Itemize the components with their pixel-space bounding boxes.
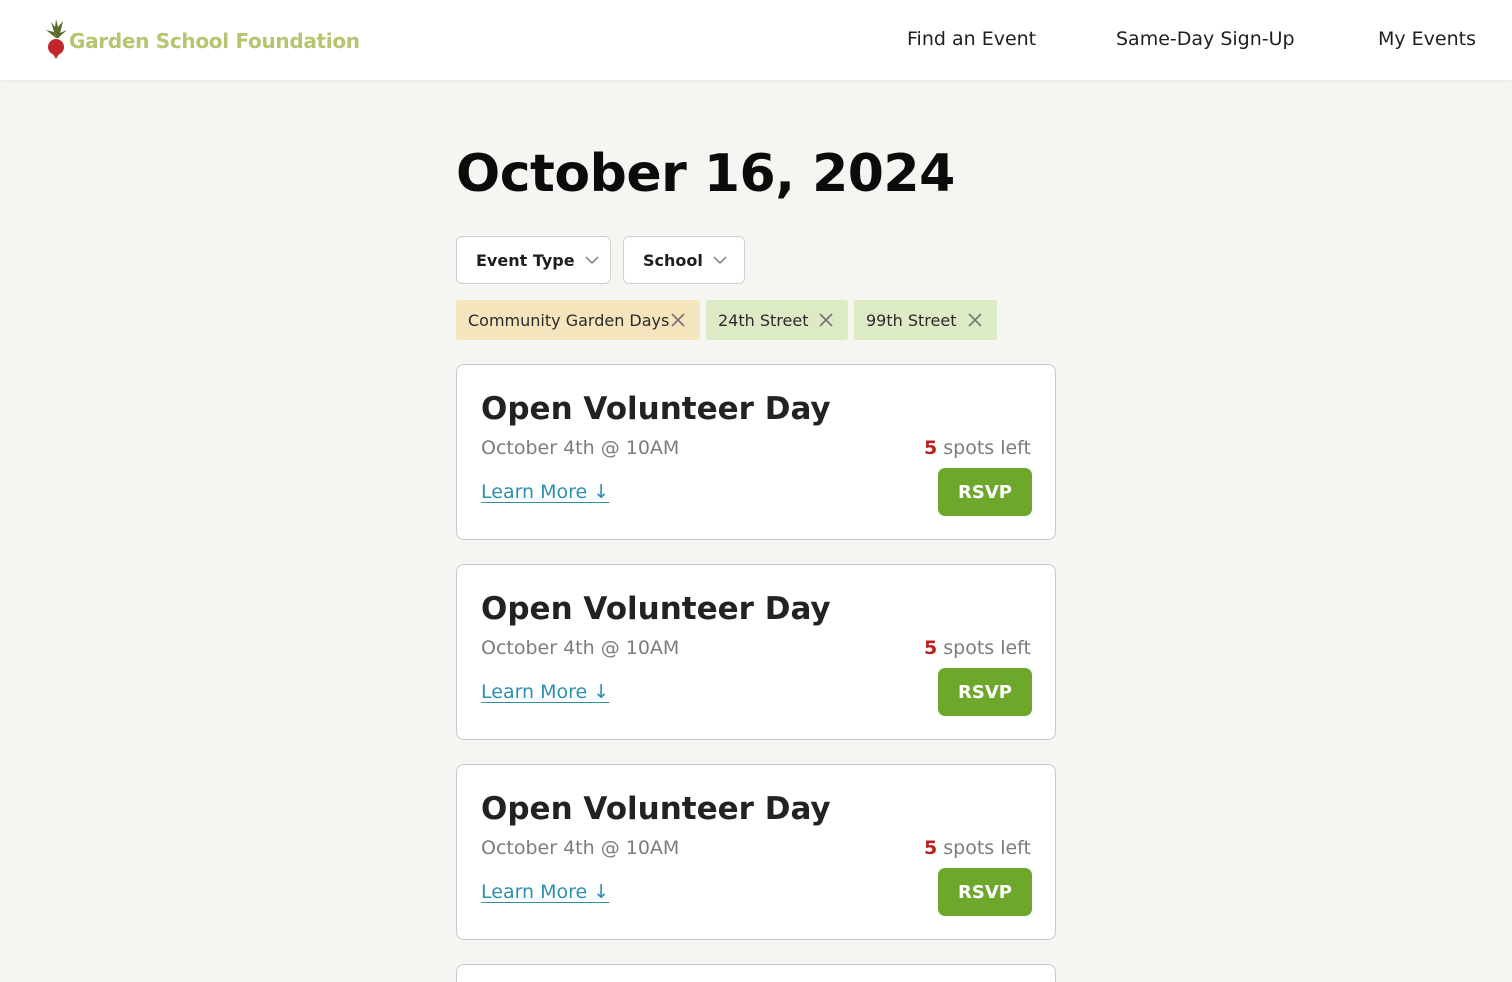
- event-title: Open Volunteer Day: [481, 791, 831, 827]
- event-card: Open Volunteer Day October 4th @ 10AM 5 …: [456, 364, 1056, 540]
- event-title: Open Volunteer Day: [481, 591, 831, 627]
- nav-same-day-sign-up[interactable]: Same-Day Sign-Up: [1116, 28, 1295, 50]
- learn-more-link[interactable]: Learn More ↓: [481, 881, 609, 903]
- filter-chip-24th-street: 24th Street: [706, 300, 848, 340]
- spots-suffix: spots left: [937, 637, 1031, 659]
- learn-more-link[interactable]: Learn More ↓: [481, 681, 609, 703]
- event-title: Open Volunteer Day: [481, 391, 831, 427]
- site-logo[interactable]: Garden School Foundation: [42, 18, 360, 60]
- event-type-label: Event Type: [476, 250, 575, 270]
- filter-chip-99th-street: 99th Street: [854, 300, 997, 340]
- nav-my-events[interactable]: My Events: [1378, 28, 1476, 50]
- spots-suffix: spots left: [937, 837, 1031, 859]
- logo-text: Garden School Foundation: [69, 29, 360, 53]
- school-dropdown[interactable]: School: [623, 236, 745, 284]
- event-card-partial: [456, 964, 1056, 982]
- filter-chip-label: Community Garden Days: [468, 310, 670, 330]
- event-card: Open Volunteer Day October 4th @ 10AM 5 …: [456, 564, 1056, 740]
- spots-suffix: spots left: [937, 437, 1031, 459]
- spots-count: 5: [923, 437, 938, 459]
- learn-more-link[interactable]: Learn More ↓: [481, 481, 609, 503]
- school-label: School: [643, 250, 703, 270]
- event-date: October 4th @ 10AM: [481, 637, 680, 659]
- rsvp-button[interactable]: RSVP: [938, 468, 1032, 516]
- close-icon[interactable]: [967, 312, 983, 328]
- filter-chip-community-garden-days: Community Garden Days: [456, 300, 700, 340]
- close-icon[interactable]: [670, 312, 686, 328]
- filter-chip-label: 24th Street: [718, 310, 809, 330]
- spots-count: 5: [923, 837, 938, 859]
- event-date: October 4th @ 10AM: [481, 837, 680, 859]
- beet-logo-icon: [46, 19, 67, 59]
- chevron-down-icon: [713, 255, 727, 264]
- rsvp-button[interactable]: RSVP: [938, 668, 1032, 716]
- site-header: Garden School Foundation Find an Event S…: [0, 0, 1512, 80]
- event-card: Open Volunteer Day October 4th @ 10AM 5 …: [456, 764, 1056, 940]
- event-date: October 4th @ 10AM: [481, 437, 680, 459]
- event-type-dropdown[interactable]: Event Type: [456, 236, 611, 284]
- filter-chip-label: 99th Street: [866, 310, 957, 330]
- close-icon[interactable]: [818, 312, 834, 328]
- rsvp-button[interactable]: RSVP: [938, 868, 1032, 916]
- spots-left: 5 spots left: [924, 637, 1031, 659]
- nav-find-an-event[interactable]: Find an Event: [907, 28, 1036, 50]
- spots-count: 5: [923, 637, 938, 659]
- spots-left: 5 spots left: [924, 837, 1031, 859]
- spots-left: 5 spots left: [924, 437, 1031, 459]
- chevron-down-icon: [585, 255, 599, 264]
- page-title: October 16, 2024: [456, 144, 955, 204]
